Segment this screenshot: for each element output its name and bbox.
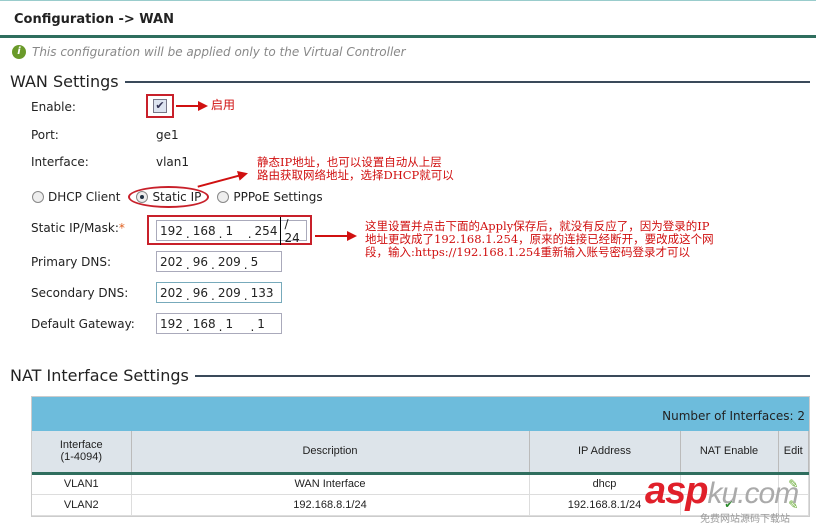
mode-radio-group: DHCP Client Static IP PPPoE Settings (32, 186, 323, 208)
header-text: (1-4094) (60, 451, 103, 464)
enable-checkbox[interactable]: ✔ (153, 99, 167, 113)
radio-label: Static IP (152, 190, 202, 204)
secondary-dns-input[interactable]: 202. 96. 209. 133 (156, 282, 282, 303)
octet: 96 (192, 285, 209, 300)
title-bar: Configuration -> WAN (0, 0, 816, 38)
octet: 5 (250, 254, 259, 269)
octet: 168 (192, 223, 216, 238)
section-title: WAN Settings (10, 72, 119, 91)
divider (194, 374, 810, 377)
octet: 202 (160, 254, 183, 269)
section-title: NAT Interface Settings (10, 366, 189, 385)
octet: 1 (225, 316, 234, 331)
octet: 254 (254, 223, 278, 238)
radio-label: PPPoE Settings (233, 190, 323, 204)
col-description[interactable]: Description (131, 431, 530, 475)
octet: 1 (257, 316, 265, 331)
interface-label: Interface: (31, 155, 89, 169)
radio-label: DHCP Client (48, 190, 121, 204)
annotation-arrow (176, 101, 208, 111)
gateway-input[interactable]: 192. 168. 1. 1 (156, 313, 282, 334)
static-ip-label: Static IP/Mask:* (31, 221, 125, 235)
radio-static-ip[interactable]: Static IP (128, 186, 210, 208)
col-nat-enable[interactable]: NAT Enable (680, 431, 779, 475)
cell-interface: VLAN1 (32, 473, 132, 495)
info-text: This configuration will be applied only … (32, 45, 406, 59)
wan-settings-heading: WAN Settings (10, 72, 810, 91)
octet: 192 (160, 223, 183, 238)
octet: 192 (160, 316, 183, 331)
divider (124, 80, 810, 83)
gateway-label: Default Gateway: (31, 317, 135, 331)
octet: 133 (250, 285, 274, 300)
cell-interface: VLAN2 (32, 494, 132, 516)
mask: / 24 (280, 216, 306, 245)
radio-icon (32, 191, 44, 203)
octet: 1 (225, 223, 234, 238)
watermark-subtitle: 免费网站源码下载站 (700, 514, 790, 525)
radio-dhcp-client[interactable]: DHCP Client (32, 190, 120, 204)
table-toolbar: Number of Interfaces: 2 (32, 397, 809, 431)
primary-dns-label: Primary DNS: (31, 255, 112, 269)
note-line: 路由获取网络地址，选择DHCP就可以 (257, 168, 454, 182)
header-text: Interface (59, 439, 103, 452)
primary-dns-input[interactable]: 202. 96. 209. 5 (156, 251, 282, 272)
secondary-dns-label: Secondary DNS: (31, 286, 129, 300)
interface-value: vlan1 (156, 155, 190, 169)
col-edit[interactable]: Edit (778, 431, 809, 475)
radio-pppoe[interactable]: PPPoE Settings (217, 190, 323, 204)
cell-description: WAN Interface (131, 473, 530, 495)
octet: 96 (192, 254, 209, 269)
info-icon: i (12, 45, 26, 59)
watermark-text: asp (645, 470, 708, 512)
annotation-static-ip: 静态IP地址，也可以设置自动从上层 路由获取网络地址，选择DHCP就可以 (257, 156, 454, 182)
watermark-logo: aspku.com (645, 470, 799, 513)
radio-icon (136, 191, 149, 203)
required-mark: * (118, 221, 125, 235)
col-interface[interactable]: Interface (1-4094) (32, 431, 132, 475)
annotation-ip: 这里设置并点击下面的Apply保存后，就没有反应了，因为登录的IP 地址更改成了1… (365, 220, 714, 259)
port-value: ge1 (156, 128, 179, 142)
info-message: i This configuration will be applied only… (12, 45, 406, 59)
octet: 168 (192, 316, 216, 331)
table-header-row: Interface (1-4094) Description IP Address… (32, 431, 809, 475)
annotation-arrow (315, 231, 357, 241)
note-line: 段，输入:https://192.168.1.254重新输入账号密码登录才可以 (365, 245, 691, 259)
watermark-text: ku.com (707, 477, 799, 510)
octet: 209 (217, 254, 241, 269)
port-label: Port: (31, 128, 59, 142)
cell-description: 192.168.8.1/24 (131, 494, 530, 516)
count-value: 2 (797, 409, 805, 423)
radio-icon (217, 191, 230, 203)
static-ip-input[interactable]: 192. 168. 1. 254/ 24 (156, 216, 307, 245)
count-label: Number of Interfaces: (662, 409, 794, 423)
label-text: Static IP/Mask: (31, 221, 119, 235)
enable-label: Enable: (31, 100, 76, 114)
page-title: Configuration -> WAN (14, 12, 174, 27)
col-ip-address[interactable]: IP Address (529, 431, 681, 475)
octet: 209 (217, 285, 241, 300)
octet: 202 (160, 285, 183, 300)
annotation-enable: 启用 (211, 98, 236, 112)
nat-settings-heading: NAT Interface Settings (10, 366, 810, 385)
